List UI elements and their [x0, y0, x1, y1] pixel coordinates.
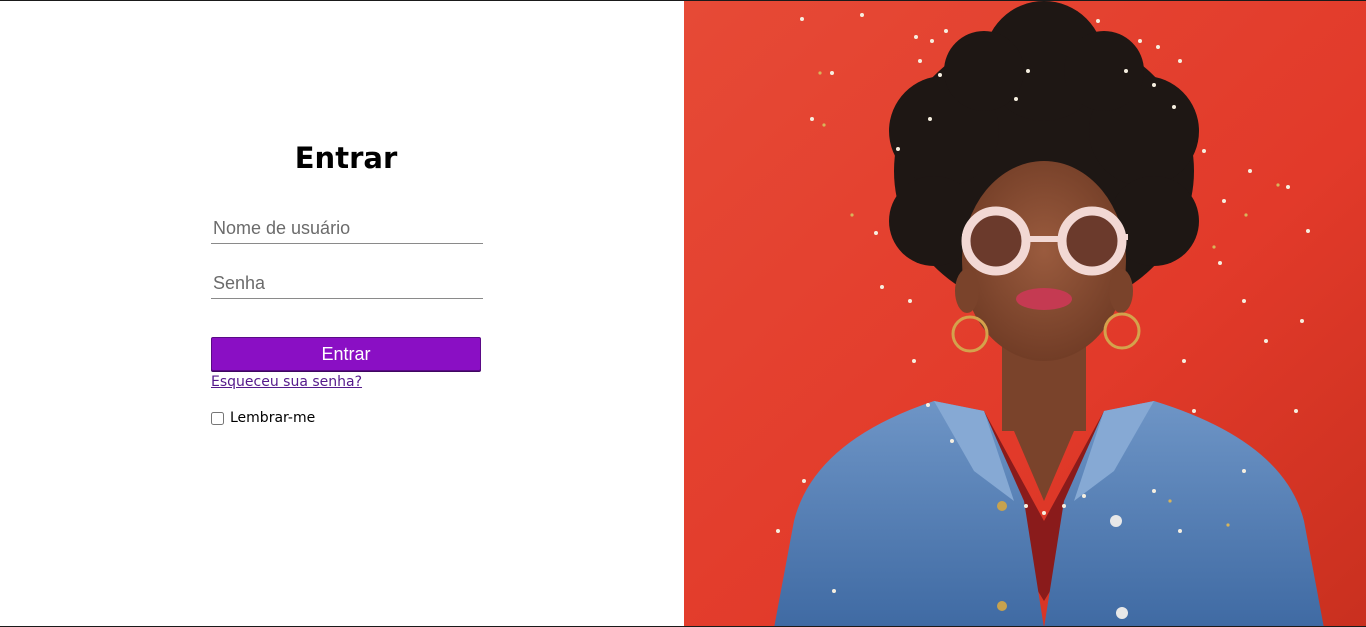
- login-panel: Entrar Entrar Esqueceu sua senha? Lembra…: [0, 1, 684, 626]
- hero-image: [684, 1, 1366, 626]
- page-title: Entrar: [294, 141, 398, 175]
- woman-portrait-image: [684, 1, 1366, 626]
- page-frame: Entrar Entrar Esqueceu sua senha? Lembra…: [0, 0, 1366, 627]
- password-input[interactable]: [211, 269, 483, 299]
- username-input[interactable]: [211, 214, 483, 244]
- remember-me-checkbox[interactable]: [211, 411, 224, 425]
- forgot-password-link[interactable]: Esqueceu sua senha?: [211, 374, 362, 390]
- remember-me-label: Lembrar-me: [230, 410, 316, 426]
- login-button[interactable]: Entrar: [211, 337, 481, 371]
- remember-me[interactable]: Lembrar-me: [211, 410, 315, 426]
